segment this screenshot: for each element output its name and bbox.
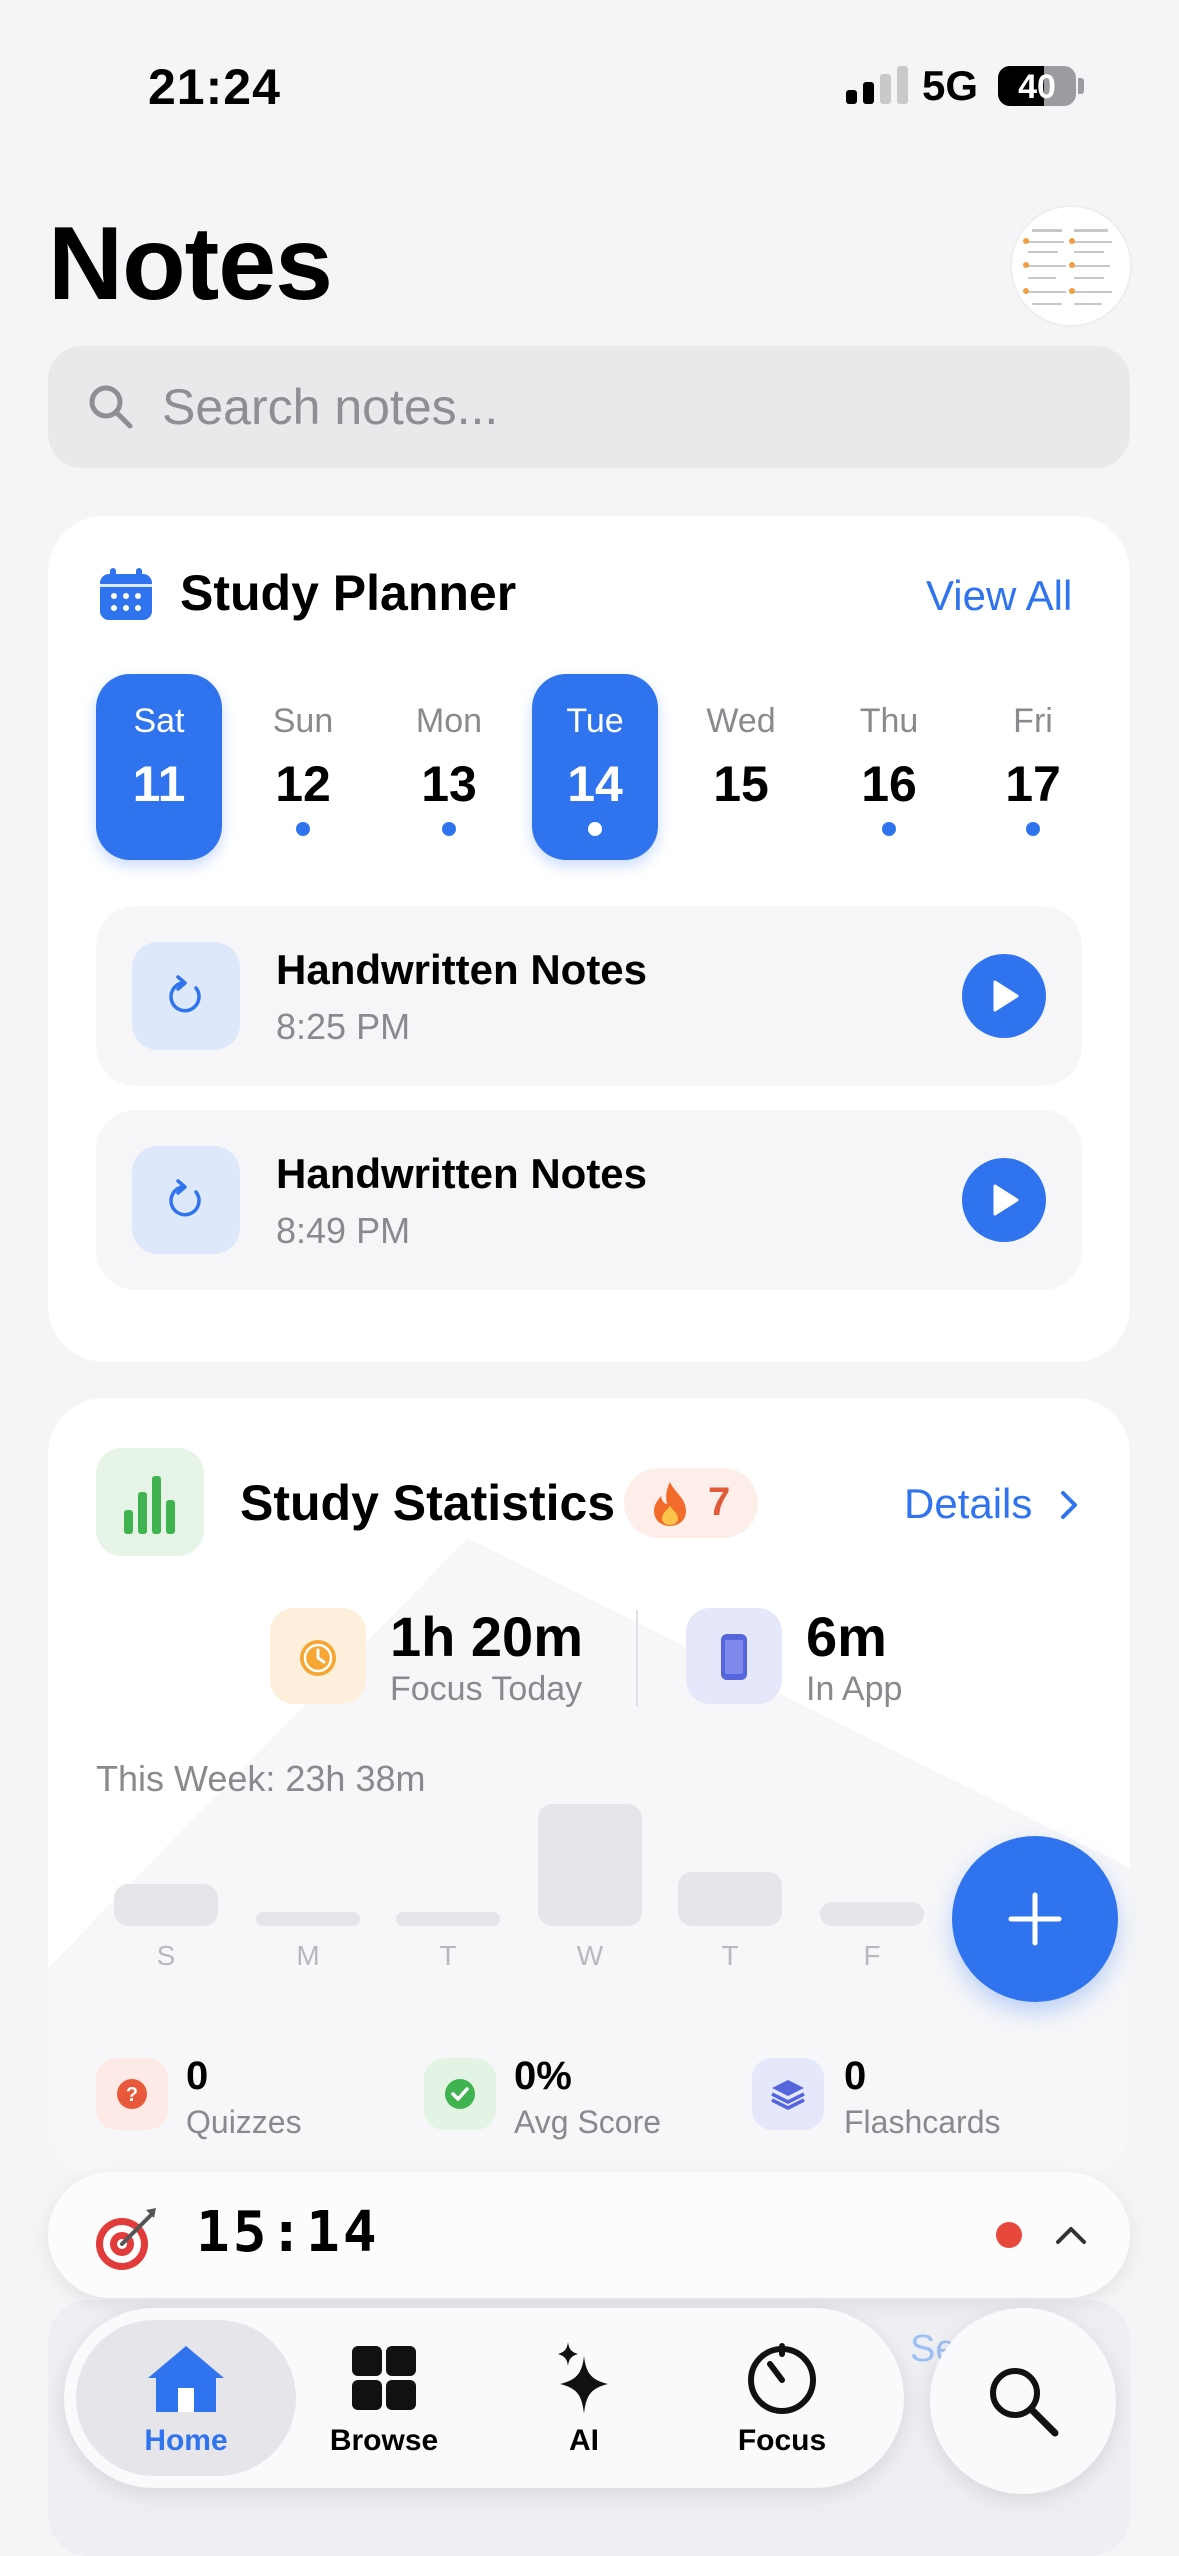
task-time: 8:49 PM xyxy=(276,1210,411,1251)
page-title: Notes xyxy=(48,206,333,322)
week-bar-s xyxy=(114,1884,218,1926)
quiz-icon: ? xyxy=(96,2058,168,2130)
battery-icon: 40 xyxy=(998,66,1076,106)
task-title: Handwritten Notes xyxy=(276,1150,648,1197)
day-thu-16[interactable]: Thu 16 xyxy=(826,674,952,860)
day-tue-14[interactable]: Tue 14 xyxy=(532,674,658,860)
recording-dot xyxy=(996,2222,1022,2248)
day-sat-11[interactable]: Sat 11 xyxy=(96,674,222,860)
week-day-label: W xyxy=(576,1940,604,1971)
quizzes-label: Quizzes xyxy=(186,2104,302,2140)
tab-ai[interactable]: AI xyxy=(474,2320,694,2476)
repeat-icon xyxy=(132,1146,240,1254)
event-dot xyxy=(296,822,310,836)
grid-icon xyxy=(352,2346,416,2410)
task-title: Handwritten Notes xyxy=(276,946,648,993)
target-icon xyxy=(96,2208,156,2270)
search-button[interactable] xyxy=(930,2308,1116,2494)
chevron-up-icon[interactable] xyxy=(1052,2216,1090,2254)
battery-level: 40 xyxy=(1018,68,1056,106)
plus-icon xyxy=(1008,1892,1062,1946)
sparkles-icon xyxy=(558,2342,608,2414)
avatar[interactable] xyxy=(1010,205,1132,327)
week-bar-m xyxy=(256,1912,360,1926)
search-icon xyxy=(89,385,133,429)
play-icon xyxy=(993,980,1019,1012)
event-dot xyxy=(882,822,896,836)
task-item[interactable]: Handwritten Notes 8:25 PM xyxy=(96,906,1082,1086)
week-day-label: T xyxy=(721,1940,739,1971)
day-mon-13[interactable]: Mon 13 xyxy=(386,674,512,860)
bar-chart-icon xyxy=(96,1448,204,1556)
search-input[interactable] xyxy=(160,368,1064,446)
day-wed-15[interactable]: Wed 15 xyxy=(678,674,804,860)
event-dot xyxy=(442,822,456,836)
week-bar-w xyxy=(538,1804,642,1926)
timer-icon xyxy=(270,1608,366,1704)
status-time: 21:24 xyxy=(148,59,281,115)
week-total: This Week: 23h 38m xyxy=(96,1758,426,1799)
search-icon xyxy=(990,2368,1059,2437)
streak-count: 7 xyxy=(708,1480,731,1524)
search-bar[interactable] xyxy=(48,346,1130,468)
view-all-link[interactable]: View All xyxy=(926,572,1072,620)
study-planner-title: Study Planner xyxy=(180,565,517,621)
checkmark-icon xyxy=(424,2058,496,2130)
study-statistics-title: Study Statistics xyxy=(240,1475,616,1531)
day-sun-12[interactable]: Sun 12 xyxy=(240,674,366,860)
focus-today-label: Focus Today xyxy=(390,1670,583,1708)
week-day-label: S xyxy=(156,1940,176,1971)
task-time: 8:25 PM xyxy=(276,1006,411,1047)
focus-today-value: 1h 20m xyxy=(390,1605,583,1668)
timer-icon xyxy=(748,2343,816,2414)
week-day-label: F xyxy=(863,1940,881,1971)
event-dot xyxy=(588,822,602,836)
timer-display: 15:14 xyxy=(196,2200,380,2265)
repeat-icon xyxy=(132,942,240,1050)
metric-divider xyxy=(636,1610,638,1706)
play-button[interactable] xyxy=(962,1158,1046,1242)
chevron-right-icon xyxy=(1061,1491,1078,1519)
flame-icon xyxy=(654,1482,686,1526)
in-app-label: In App xyxy=(806,1670,903,1708)
battery-cap xyxy=(1078,78,1084,94)
svg-text:?: ? xyxy=(126,2084,138,2106)
add-note-button[interactable] xyxy=(952,1836,1118,2002)
quizzes-value: 0 xyxy=(186,2054,209,2098)
phone-icon xyxy=(686,1608,782,1704)
day-fri-17[interactable]: Fri 17 xyxy=(970,674,1096,860)
home-icon xyxy=(148,2346,224,2412)
tab-browse[interactable]: Browse xyxy=(274,2320,494,2476)
week-day-label: M xyxy=(296,1940,320,1971)
flashcards-label: Flashcards xyxy=(844,2104,1001,2140)
cellular-signal-icon xyxy=(846,64,908,104)
details-link[interactable]: Details xyxy=(904,1480,1080,1528)
in-app-value: 6m xyxy=(806,1605,887,1668)
calendar-icon xyxy=(100,568,152,620)
flashcards-value: 0 xyxy=(844,2054,867,2098)
tab-home[interactable]: Home xyxy=(76,2320,296,2476)
layers-icon xyxy=(752,2058,824,2130)
avg-score-label: Avg Score xyxy=(514,2104,662,2140)
play-icon xyxy=(993,1184,1019,1216)
tab-focus[interactable]: Focus xyxy=(672,2320,892,2476)
task-item[interactable]: Handwritten Notes 8:49 PM xyxy=(96,1110,1082,1290)
streak-badge: 7 xyxy=(624,1468,758,1538)
week-bar-t2 xyxy=(678,1872,782,1926)
network-type: 5G xyxy=(922,62,979,109)
event-dot xyxy=(1026,822,1040,836)
week-bar-t xyxy=(396,1912,500,1926)
week-bar-f xyxy=(820,1902,924,1926)
play-button[interactable] xyxy=(962,954,1046,1038)
avg-score-value: 0% xyxy=(514,2054,572,2098)
week-day-label: T xyxy=(439,1940,457,1971)
